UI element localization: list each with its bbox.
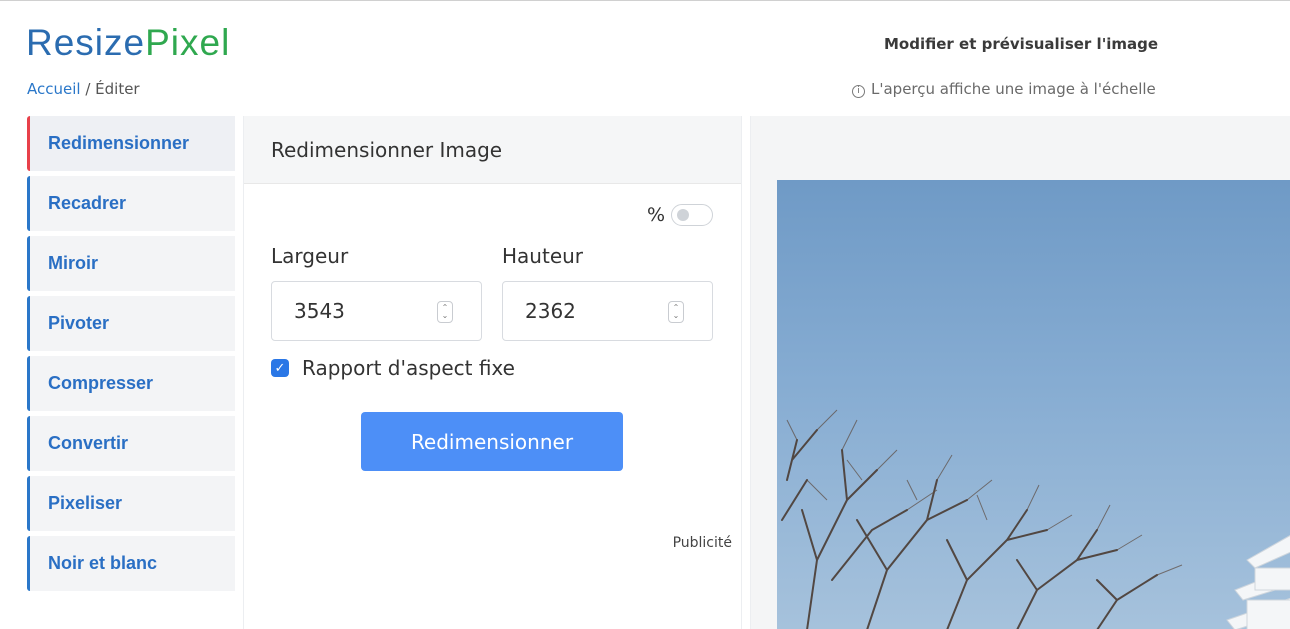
brand-logo-part1: Resize — [26, 22, 146, 63]
brand-logo[interactable]: ResizePixel — [26, 21, 230, 65]
width-stepper-icon[interactable]: ⌃ ⌄ — [437, 301, 453, 323]
sidebar-item-pixeliser[interactable]: Pixeliser — [27, 476, 235, 531]
preview-note: i L'aperçu affiche une image à l'échelle — [852, 80, 1156, 98]
preview-image — [777, 180, 1290, 629]
resize-button[interactable]: Redimensionner — [361, 412, 623, 471]
app-page: ResizePixel Accueil / Éditer Modifier et… — [0, 0, 1290, 629]
percent-toggle[interactable] — [671, 204, 713, 226]
brand-logo-part2: Pixel — [145, 22, 231, 63]
preview-image-graphic — [781, 409, 1290, 629]
height-stepper-icon[interactable]: ⌃ ⌄ — [668, 301, 684, 323]
height-value: 2362 — [525, 299, 576, 323]
sidebar-item-pivoter[interactable]: Pivoter — [27, 296, 235, 351]
breadcrumb-home-link[interactable]: Accueil — [27, 80, 81, 98]
width-input[interactable]: 3543 ⌃ ⌄ — [271, 281, 482, 341]
preview-title: Modifier et prévisualiser l'image — [884, 35, 1159, 53]
sidebar-item-compresser[interactable]: Compresser — [27, 356, 235, 411]
aspect-ratio-option[interactable]: ✓ Rapport d'aspect fixe — [271, 356, 515, 380]
toggle-knob — [677, 209, 689, 221]
aspect-ratio-label: Rapport d'aspect fixe — [302, 356, 515, 380]
aspect-ratio-checkbox[interactable]: ✓ — [271, 359, 289, 377]
sidebar-item-noir-et-blanc[interactable]: Noir et blanc — [27, 536, 235, 591]
preview-note-text: L'aperçu affiche une image à l'échelle — [871, 80, 1156, 98]
image-preview-area — [750, 116, 1290, 629]
ad-label: Publicité — [672, 535, 732, 551]
sidebar-item-recadrer[interactable]: Recadrer — [27, 176, 235, 231]
sidebar-item-redimensionner[interactable]: Redimensionner — [27, 116, 235, 171]
width-label: Largeur — [271, 244, 349, 268]
width-value: 3543 — [294, 299, 345, 323]
height-input[interactable]: 2362 ⌃ ⌄ — [502, 281, 713, 341]
tool-sidebar: Redimensionner Recadrer Miroir Pivoter C… — [27, 116, 235, 596]
percent-label: % — [646, 204, 665, 226]
sidebar-item-convertir[interactable]: Convertir — [27, 416, 235, 471]
breadcrumb-current: Éditer — [95, 80, 140, 98]
percent-toggle-group: % — [647, 204, 713, 226]
breadcrumb-separator: / — [80, 80, 96, 98]
sidebar-item-miroir[interactable]: Miroir — [27, 236, 235, 291]
breadcrumb: Accueil / Éditer — [27, 80, 140, 98]
resize-panel-title: Redimensionner Image — [244, 116, 741, 184]
height-label: Hauteur — [502, 244, 584, 268]
resize-panel: Redimensionner Image % Largeur Hauteur 3… — [243, 116, 742, 629]
info-icon: i — [852, 85, 865, 98]
